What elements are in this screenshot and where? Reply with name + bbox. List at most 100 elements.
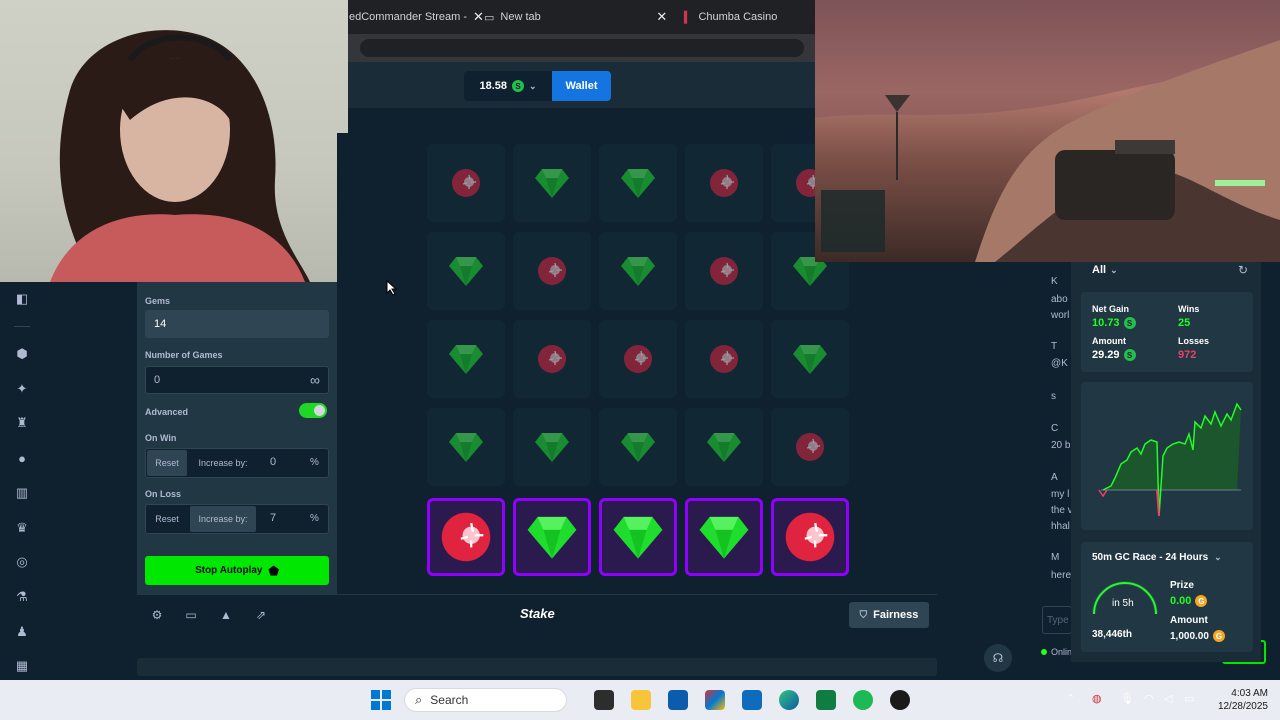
security-icon[interactable]: ◍ (1092, 692, 1102, 705)
grid-tile[interactable] (427, 498, 505, 576)
divider (14, 326, 30, 327)
url-field[interactable] (360, 39, 804, 57)
tab-stream[interactable]: edCommander Stream - ✕ (349, 6, 484, 28)
grid-tile[interactable] (685, 144, 763, 222)
system-clock[interactable]: 4:03 AM 12/28/2025 (1208, 687, 1268, 713)
grid-tile[interactable] (771, 498, 849, 576)
edge-icon[interactable] (779, 690, 799, 710)
race-amount-value: 1,000.00 (1170, 630, 1209, 642)
battery-icon[interactable]: ▭ (1184, 692, 1194, 705)
chat-message-fragment: s (1051, 391, 1056, 402)
game-icon[interactable]: ♜ (14, 415, 30, 431)
infinity-icon[interactable]: ∞ (310, 372, 320, 388)
grid-tile[interactable] (599, 498, 677, 576)
grid-tile[interactable] (685, 320, 763, 398)
mine-icon (537, 344, 567, 374)
headset-icon[interactable]: ☊ (984, 644, 1012, 672)
wifi-icon[interactable]: ◠ (1144, 692, 1154, 705)
live-icon[interactable]: ◎ (14, 554, 30, 570)
gems-field[interactable]: 14 (145, 310, 329, 338)
task-view-icon[interactable] (594, 690, 614, 710)
store-icon[interactable] (668, 690, 688, 710)
taskbar-search[interactable]: ⌕ Search (404, 688, 567, 712)
flask-icon[interactable]: ⚗ (14, 589, 30, 605)
outlook-icon[interactable] (742, 690, 762, 710)
chevron-down-icon: ⌄ (1110, 264, 1118, 275)
grid-tile[interactable] (771, 408, 849, 486)
grid-tile[interactable] (685, 498, 763, 576)
chat-message-fragment: abo (1051, 294, 1068, 305)
fairness-button[interactable]: ⛉ Fairness (849, 602, 929, 628)
grid-tile[interactable] (513, 498, 591, 576)
on-win-reset-button[interactable]: Reset (147, 450, 187, 476)
on-win-value[interactable]: 0 (270, 456, 276, 468)
sweeps-coin-icon: S (1123, 317, 1136, 329)
grid-tile[interactable] (513, 232, 591, 310)
gem-icon (612, 514, 664, 560)
excel-icon[interactable] (816, 690, 836, 710)
grid-tile[interactable] (427, 408, 505, 486)
wallet-button[interactable]: Wallet (552, 71, 611, 101)
volume-icon[interactable]: ◁ (1164, 692, 1172, 705)
grid-tile[interactable] (513, 144, 591, 222)
grid-tile[interactable] (685, 408, 763, 486)
stats-filter-select[interactable]: All ⌄ (1092, 264, 1118, 276)
tab-chumba[interactable]: ▍ Chumba Casino (684, 6, 777, 28)
theatre-mode-icon[interactable]: ▭ (184, 608, 198, 622)
on-win-increase-button[interactable]: Increase by: (190, 450, 256, 476)
grid-tile[interactable] (599, 232, 677, 310)
chevron-down-icon: ⌄ (528, 80, 537, 91)
grid-tile[interactable] (599, 144, 677, 222)
grid-tile[interactable] (513, 408, 591, 486)
chat-input[interactable]: Type (1042, 606, 1072, 634)
on-loss-increase-button[interactable]: Increase by: (190, 506, 256, 532)
collapse-icon[interactable]: ◧ (14, 291, 30, 307)
net-gain-value: 10.73 (1092, 317, 1120, 329)
casino-icon[interactable]: ⬢ (14, 346, 30, 362)
flame-icon[interactable]: ● (14, 450, 30, 466)
fairness-label: Fairness (873, 609, 919, 621)
race-title[interactable]: 50m GC Race - 24 Hours ⌄ (1092, 552, 1222, 563)
obs-icon[interactable] (890, 690, 910, 710)
grid-tile[interactable] (771, 320, 849, 398)
office-icon[interactable] (705, 690, 725, 710)
crown-icon[interactable]: ♛ (14, 520, 30, 536)
chevron-up-icon[interactable]: ⌃ (1066, 692, 1075, 705)
popout-icon[interactable]: ⇗ (254, 608, 268, 622)
slot-icon[interactable]: ▥ (14, 485, 30, 501)
file-explorer-icon[interactable] (631, 690, 651, 710)
grid-tile[interactable] (427, 320, 505, 398)
tab-new[interactable]: ▭ New tab ✕ (484, 6, 667, 28)
grid-tile[interactable] (513, 320, 591, 398)
gold-coin-icon: G (1212, 630, 1225, 642)
refresh-icon[interactable]: ↻ (1238, 263, 1248, 277)
grid-tile[interactable] (427, 232, 505, 310)
chat-message-fragment: here (1051, 570, 1071, 581)
grid-tile[interactable] (599, 320, 677, 398)
windows-start-icon[interactable] (371, 690, 391, 710)
microphone-icon[interactable]: 🎙 (1120, 692, 1134, 705)
stake-logo: Stake (520, 606, 555, 621)
grid-tile[interactable] (685, 232, 763, 310)
num-games-input[interactable]: 0 ∞ (145, 366, 329, 394)
settings-icon[interactable]: ⚙ (150, 608, 164, 622)
live-stats-icon[interactable]: ▲ (219, 608, 233, 622)
close-icon[interactable]: ✕ (473, 9, 484, 25)
on-loss-reset-button[interactable]: Reset (147, 506, 187, 532)
clock-time: 4:03 AM (1231, 688, 1268, 699)
sparkle-icon[interactable]: ✦ (14, 381, 30, 397)
spotify-icon[interactable] (853, 690, 873, 710)
shield-icon: ⬟ (268, 563, 279, 578)
mine-icon (784, 511, 836, 563)
grid-tile[interactable] (427, 144, 505, 222)
mine-icon (440, 511, 492, 563)
dealer-icon[interactable]: ♟ (14, 624, 30, 640)
grid-tile[interactable] (599, 408, 677, 486)
close-icon[interactable]: ✕ (656, 9, 667, 25)
stop-autoplay-button[interactable]: Stop Autoplay ⬟ (145, 556, 329, 585)
grid-icon[interactable]: ▦ (14, 658, 30, 674)
on-loss-value[interactable]: 7 (270, 512, 276, 524)
balance-selector[interactable]: 18.58 S ⌄ (464, 71, 552, 101)
advanced-toggle[interactable] (299, 403, 327, 418)
balance-value: 18.58 (479, 80, 507, 92)
